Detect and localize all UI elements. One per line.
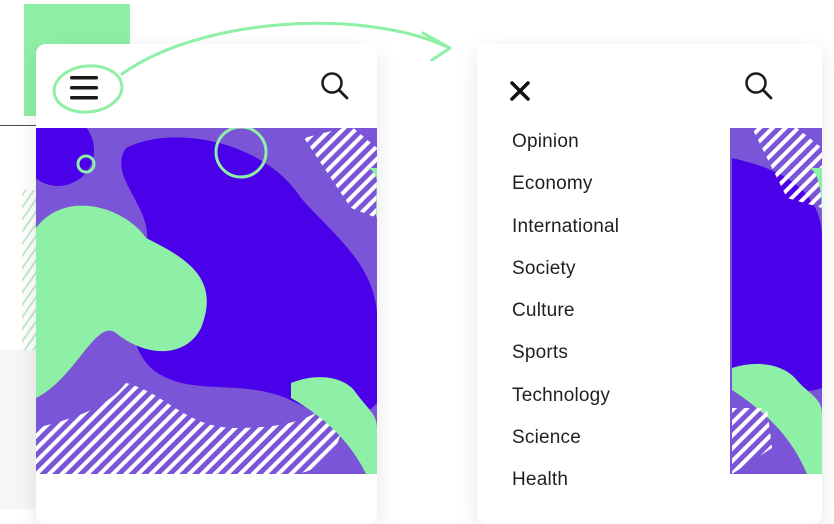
menu-item-society[interactable]: Society [512,255,619,297]
menu-item-health[interactable]: Health [512,466,619,508]
decorative-stripes [22,190,36,360]
menu-item-international[interactable]: International [512,213,619,255]
close-icon[interactable] [509,80,531,102]
curved-arrow-icon [120,21,452,76]
menu-item-culture[interactable]: Culture [512,297,619,339]
phone-closed-state [36,44,377,524]
decorative-grey-panel [0,350,36,509]
phone-menu-open-state: Opinion Economy International Society Cu… [477,44,822,524]
hamburger-icon[interactable] [50,59,130,117]
menu-item-technology[interactable]: Technology [512,382,619,424]
menu-item-opinion[interactable]: Opinion [512,128,619,170]
menu-item-science[interactable]: Science [512,424,619,466]
menu-list: Opinion Economy International Society Cu… [512,128,619,509]
navigation-drawer: Opinion Economy International Society Cu… [477,44,730,524]
menu-item-sports[interactable]: Sports [512,339,619,381]
search-icon[interactable] [742,69,776,103]
hero-illustration [36,128,377,474]
menu-item-economy[interactable]: Economy [512,170,619,212]
